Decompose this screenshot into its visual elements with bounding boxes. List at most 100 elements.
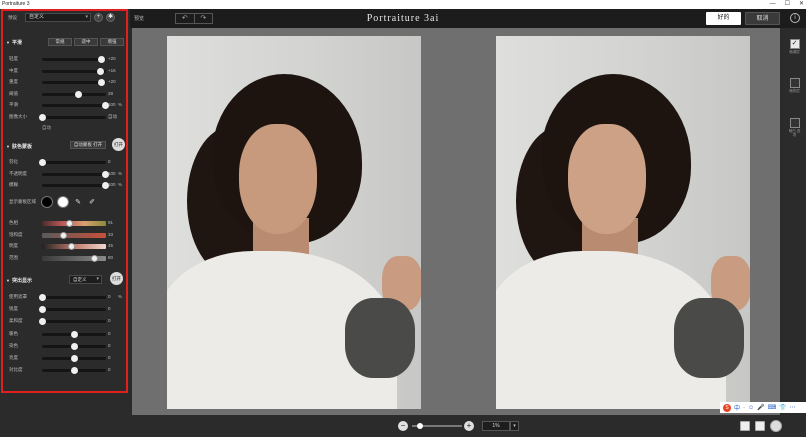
smoothing-slider-track[interactable]	[42, 90, 106, 98]
zoom-slider-thumb[interactable]	[417, 423, 423, 429]
output-option-checkbox[interactable]	[789, 118, 800, 128]
enhance-slider-thumb[interactable]	[39, 306, 46, 314]
ime-more-icon[interactable]: ⋯	[790, 404, 796, 411]
smoothing-slider-label: 平滑	[9, 102, 18, 107]
ime-chinese-icon[interactable]: 中	[734, 403, 740, 412]
maximize-button[interactable]: ☐	[785, 0, 790, 9]
output-option-checkbox[interactable]	[789, 78, 800, 88]
enhance-slider-track[interactable]	[42, 342, 106, 350]
eyedropper-icon[interactable]: ✎	[73, 198, 83, 206]
enhance-header[interactable]: ▼ 突出显示	[6, 277, 32, 284]
ok-button[interactable]: 好的	[706, 12, 741, 25]
zoom-in-button[interactable]: +	[464, 421, 474, 431]
original-photo[interactable]	[167, 36, 421, 409]
enhance-slider-thumb[interactable]	[39, 318, 46, 326]
mask-color-gradient[interactable]	[42, 254, 106, 262]
output-option[interactable]: 暗白 选项	[788, 118, 801, 137]
mask-color-value: 33	[108, 231, 114, 237]
zoom-dropdown[interactable]: ▾	[510, 421, 519, 431]
mask-color-gradient[interactable]	[42, 231, 106, 239]
single-view-button[interactable]	[740, 421, 750, 431]
mask-slider-track[interactable]	[39, 159, 106, 166]
eyedropper-minus-icon[interactable]: ✐	[87, 198, 97, 206]
add-preset-button[interactable]: +	[94, 13, 103, 22]
mask-color-gradient[interactable]	[42, 220, 106, 227]
mask-color-label: 明度	[9, 243, 18, 248]
output-option[interactable]: 暗的层	[788, 78, 801, 93]
mask-slider-row: 模糊 100%	[9, 181, 123, 190]
mask-color-thumb[interactable]	[91, 254, 99, 262]
smoothing-slider-track[interactable]	[42, 56, 106, 63]
smoothing-header[interactable]: ▼ 平滑	[6, 39, 22, 46]
mask-slider-thumb[interactable]	[39, 159, 46, 166]
preset-select[interactable]: 自定义	[25, 13, 91, 22]
undo-button[interactable]: ↶	[176, 14, 194, 23]
mask-color-thumb[interactable]	[67, 243, 75, 250]
mode-medium-button[interactable]: 适中	[74, 38, 98, 46]
mask-slider-label: 羽化	[9, 159, 18, 164]
smoothing-slider-thumb[interactable]	[39, 113, 46, 121]
auto-mask-button[interactable]: 自动蒙板 打开	[70, 141, 106, 149]
close-button[interactable]: ✕	[799, 0, 804, 9]
smoothing-slider-thumb[interactable]	[96, 67, 104, 75]
smoothing-slider-label: 轻度	[9, 56, 18, 61]
black-swatch[interactable]	[41, 196, 53, 208]
cancel-button[interactable]: 取消	[745, 12, 780, 25]
mask-color-thumb[interactable]	[65, 220, 73, 227]
enhance-slider-track[interactable]	[39, 294, 106, 301]
smoothing-slider-thumb[interactable]	[97, 79, 105, 86]
enhance-slider-track[interactable]	[42, 355, 106, 362]
smoothing-slider-track[interactable]	[42, 67, 106, 75]
mask-color-thumb[interactable]	[60, 231, 68, 239]
smoothing-slider-thumb[interactable]	[97, 56, 105, 63]
ime-keyboard-icon[interactable]: ⌨	[768, 404, 777, 411]
mask-color-gradient[interactable]	[42, 243, 106, 250]
sogou-icon[interactable]: S	[723, 403, 731, 412]
ime-mic-icon[interactable]: 🎤	[757, 404, 764, 411]
mask-slider-track[interactable]	[42, 182, 109, 189]
mask-color-value: 80	[108, 254, 114, 260]
skin-mask-open-button[interactable]: 打开	[112, 138, 125, 151]
smoothing-slider-thumb[interactable]	[74, 90, 82, 98]
output-option[interactable]: ✓ 暗调层	[788, 39, 801, 54]
mode-normal-button[interactable]: 常规	[48, 38, 72, 46]
enhance-slider-thumb[interactable]	[71, 330, 78, 338]
smoothing-slider-value: +20	[108, 79, 116, 84]
split-view-button[interactable]	[755, 421, 765, 431]
smoothing-slider-value: 100	[108, 102, 116, 107]
enhance-slider-thumb[interactable]	[71, 342, 78, 350]
skin-mask-header[interactable]: ▼ 肤色蒙板	[6, 143, 32, 150]
enhance-slider-thumb[interactable]	[39, 294, 46, 301]
smoothing-slider-track[interactable]	[42, 79, 106, 86]
side-by-side-view-button[interactable]	[770, 420, 782, 432]
minimize-button[interactable]: —	[770, 0, 776, 9]
enhance-open-button[interactable]: 打开	[110, 272, 123, 285]
smoothing-slider-track[interactable]	[42, 102, 109, 109]
enhance-slider-thumb[interactable]	[71, 355, 78, 362]
enhance-slider-track[interactable]	[39, 306, 106, 314]
enhance-slider-label: 亮度	[9, 355, 18, 360]
redo-button[interactable]: ↷	[193, 14, 213, 23]
preset-settings-icon[interactable]: ✱	[106, 13, 115, 22]
mask-slider-track[interactable]	[42, 170, 109, 178]
enhance-slider-thumb[interactable]	[71, 367, 78, 375]
processed-photo[interactable]	[496, 36, 750, 409]
output-option-checkbox[interactable]: ✓	[789, 39, 800, 49]
enhance-slider-track[interactable]	[39, 318, 106, 326]
ime-punct-icon[interactable]: ·	[743, 405, 745, 411]
enhance-preset-select[interactable]: 自定义	[69, 275, 102, 284]
zoom-value-input[interactable]: 1%	[482, 421, 510, 431]
zoom-out-button[interactable]: −	[398, 421, 408, 431]
enhance-slider-track[interactable]	[42, 367, 106, 375]
smoothing-slider-track[interactable]	[39, 113, 106, 121]
enhance-slider-value: 0	[108, 318, 111, 324]
mode-strong-button[interactable]: 增强	[100, 38, 124, 46]
enhance-slider-track[interactable]	[42, 330, 106, 338]
info-icon[interactable]: i	[790, 13, 800, 23]
ime-skin-icon[interactable]: 👕	[779, 404, 786, 411]
mask-color-slider-row: 范围 80	[9, 254, 123, 263]
white-swatch[interactable]	[57, 196, 69, 208]
ime-emoji-icon[interactable]: ☺	[748, 405, 754, 411]
preview-canvas[interactable]	[132, 28, 780, 415]
zoom-slider[interactable]	[412, 423, 462, 429]
